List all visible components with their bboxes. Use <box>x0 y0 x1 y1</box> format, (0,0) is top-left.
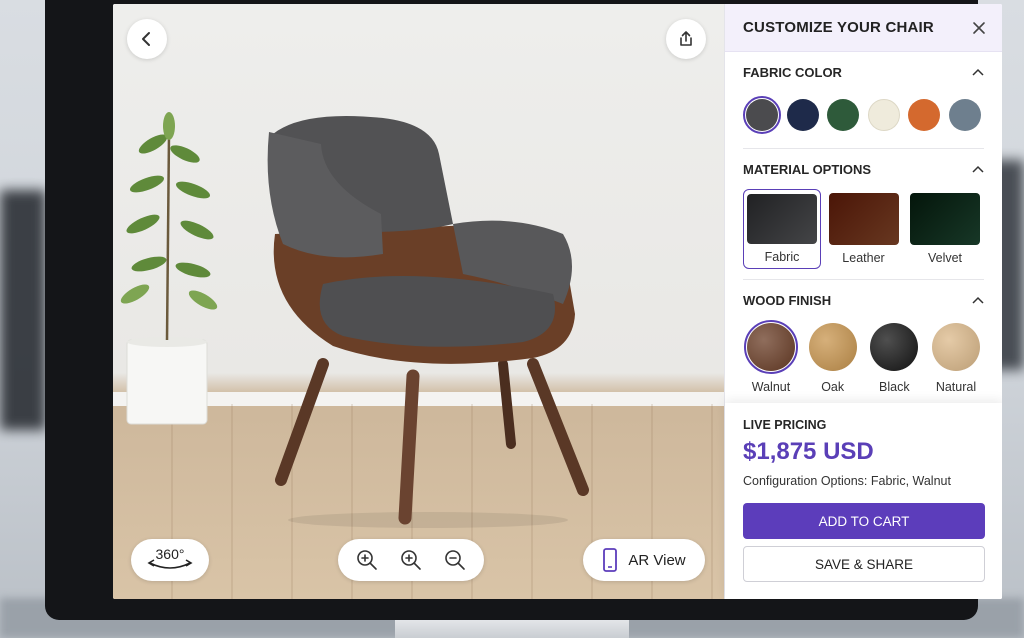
wood-label: Black <box>879 380 910 394</box>
swatch-color <box>948 99 981 131</box>
pricing-label: LIVE PRICING <box>743 418 827 432</box>
phone-icon <box>603 548 618 572</box>
monitor-stand <box>395 618 629 638</box>
zoom-in-button[interactable] <box>345 539 389 581</box>
panel-header: CUSTOMIZE YOUR CHAIR <box>725 4 1002 52</box>
swatch-color <box>827 99 860 131</box>
wood-finish-header[interactable]: WOOD FINISH <box>743 280 984 320</box>
wood-option-walnut[interactable]: Walnut <box>743 320 799 394</box>
share-button[interactable] <box>666 19 706 59</box>
fabric-color-swatch[interactable] <box>865 96 903 134</box>
swatch-color <box>908 99 941 131</box>
wood-finish-heading: WOOD FINISH <box>743 292 832 308</box>
wood-option-oak[interactable]: Oak <box>805 320 861 394</box>
swatch-color <box>746 99 778 131</box>
wood-option-natural[interactable]: Natural <box>928 320 984 394</box>
swatch-color <box>786 99 819 131</box>
chevron-up-icon <box>972 165 984 173</box>
zoom-out-button[interactable] <box>433 539 477 581</box>
fabric-color-header[interactable]: FABRIC COLOR <box>743 52 984 92</box>
material-header[interactable]: MATERIAL OPTIONS <box>743 149 984 189</box>
fabric-color-heading: FABRIC COLOR <box>743 64 842 80</box>
wood-label: Oak <box>821 380 845 394</box>
wood-label: Walnut <box>751 380 791 394</box>
wood-swatch-ring <box>806 320 860 374</box>
price-value: $1,875 USD <box>743 438 874 465</box>
material-heading: MATERIAL OPTIONS <box>743 161 872 177</box>
wood-swatch <box>808 323 857 371</box>
zoom-plus-icon <box>401 550 421 570</box>
monitor-frame: 360° AR View CUSTOMIZE YOUR CHAIR FABRIC… <box>45 0 1002 620</box>
chair-model <box>267 116 589 528</box>
fabric-color-swatch[interactable] <box>905 96 943 134</box>
view-360-label: 360° <box>156 546 185 562</box>
material-label: Velvet <box>927 251 963 265</box>
background-shadow-left <box>0 190 46 430</box>
material-thumbnail <box>747 194 817 244</box>
wood-finish-section: WOOD FINISH Walnut Oak Black Natural <box>725 280 1002 410</box>
view-360-button[interactable]: 360° <box>131 539 209 581</box>
material-label: Fabric <box>764 250 800 264</box>
add-to-cart-button[interactable]: ADD TO CART <box>743 503 985 539</box>
configuration-summary: Configuration Options: Fabric, Walnut <box>743 474 951 488</box>
fabric-color-swatches <box>743 92 984 148</box>
zoom-out-icon <box>445 550 465 570</box>
wood-swatch-ring <box>929 320 983 374</box>
ar-view-button[interactable]: AR View <box>583 539 705 581</box>
zoom-in-icon <box>357 550 377 570</box>
wood-swatch <box>870 323 919 371</box>
app-screen: 360° AR View CUSTOMIZE YOUR CHAIR FABRIC… <box>113 4 1002 599</box>
panel-title: CUSTOMIZE YOUR CHAIR <box>743 19 934 36</box>
material-option-leather[interactable]: Leather <box>825 189 903 269</box>
wood-option-black[interactable]: Black <box>866 320 922 394</box>
rotate-360-icon: 360° <box>147 546 193 569</box>
share-icon <box>680 31 692 46</box>
material-option-velvet[interactable]: Velvet <box>906 189 984 269</box>
material-option-fabric[interactable]: Fabric <box>743 189 821 269</box>
material-thumbnail <box>828 193 899 245</box>
wood-swatch-ring <box>867 320 921 374</box>
material-section: MATERIAL OPTIONS Fabric Leather Velvet <box>725 149 1002 279</box>
zoom-fit-button[interactable] <box>389 539 433 581</box>
close-icon[interactable] <box>972 21 986 35</box>
material-options: Fabric Leather Velvet <box>743 189 984 279</box>
customize-panel: CUSTOMIZE YOUR CHAIR FABRIC COLOR MATERI… <box>724 4 1002 599</box>
zoom-controls <box>338 539 484 581</box>
back-button[interactable] <box>127 19 167 59</box>
wood-swatch-ring <box>744 320 798 374</box>
wood-label: Natural <box>935 380 977 394</box>
plant-illustration <box>120 112 218 425</box>
material-label: Leather <box>842 251 885 265</box>
product-viewer[interactable]: 360° AR View <box>113 4 724 599</box>
swatch-color <box>867 99 900 131</box>
chevron-left-icon <box>142 32 150 46</box>
wood-swatch <box>747 323 795 371</box>
fabric-color-swatch[interactable] <box>743 96 781 134</box>
fabric-color-section: FABRIC COLOR <box>725 52 1002 148</box>
fabric-color-swatch[interactable] <box>946 96 984 134</box>
ar-view-label: AR View <box>628 551 686 569</box>
fabric-color-swatch[interactable] <box>784 96 822 134</box>
material-thumbnail <box>910 193 980 245</box>
chevron-up-icon <box>972 296 984 304</box>
save-share-button[interactable]: SAVE & SHARE <box>743 546 985 582</box>
chevron-up-icon <box>972 68 984 76</box>
fabric-color-swatch[interactable] <box>824 96 862 134</box>
wood-finish-options: Walnut Oak Black Natural <box>743 320 984 410</box>
pricing-card: LIVE PRICING $1,875 USD Configuration Op… <box>725 403 1002 599</box>
wood-swatch <box>931 323 980 371</box>
